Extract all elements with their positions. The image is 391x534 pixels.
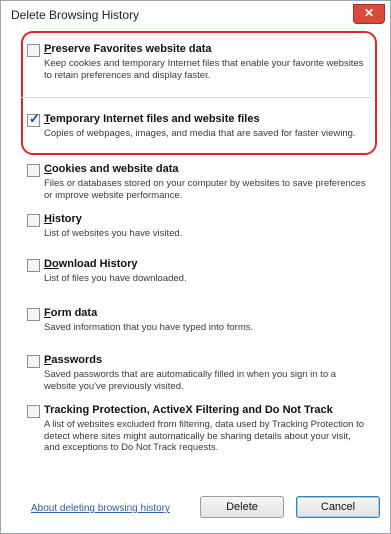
checkbox-cookies[interactable]	[27, 164, 40, 177]
option-description: Files or databases stored on your comput…	[44, 178, 366, 201]
option-title: Cookies and website data	[44, 163, 179, 175]
checkmark-icon: ✓	[29, 111, 40, 126]
option-title-text: ookies and website data	[51, 163, 179, 175]
option-title: Passwords	[44, 354, 102, 366]
checkbox-download-history[interactable]	[27, 259, 40, 272]
cancel-button[interactable]: Cancel	[296, 496, 380, 518]
access-key: Do	[44, 258, 59, 270]
option-title: History	[44, 213, 82, 225]
checkbox-form-data[interactable]	[27, 308, 40, 321]
access-key: F	[44, 307, 51, 319]
checkbox-tracking-protection[interactable]	[27, 405, 40, 418]
title-bar: Delete Browsing History ✕	[2, 2, 389, 28]
delete-button[interactable]: Delete	[200, 496, 284, 518]
option-description: List of websites you have visited.	[44, 228, 183, 239]
checkbox-temporary-internet-files[interactable]: ✓	[27, 111, 40, 127]
option-title-text: wnload History	[58, 258, 138, 270]
option-title-text: reserve Favorites website data	[51, 43, 212, 55]
dialog-title: Delete Browsing History	[11, 8, 140, 22]
option-description: Keep cookies and temporary Internet file…	[44, 58, 364, 81]
close-icon: ✕	[363, 6, 375, 20]
option-description: Copies of webpages, images, and media th…	[44, 128, 356, 139]
access-key: C	[44, 163, 52, 175]
option-title: Tracking Protection, ActiveX Filtering a…	[44, 404, 333, 416]
option-title-text: emporary Internet files and website file…	[49, 113, 260, 125]
option-description: A list of websites excluded from filteri…	[44, 419, 364, 453]
option-description: Saved information that you have typed in…	[44, 322, 254, 333]
option-title: Form data	[44, 307, 97, 319]
option-title-text: Tracking Protection, ActiveX Filtering a…	[44, 404, 333, 416]
about-deleting-history-link[interactable]: About deleting browsing history	[31, 503, 170, 514]
checkbox-preserve-favorites[interactable]	[27, 44, 40, 57]
checkbox-passwords[interactable]	[27, 355, 40, 368]
close-button[interactable]: ✕	[353, 4, 385, 24]
option-title-text: istory	[51, 213, 82, 225]
option-title-text: asswords	[51, 354, 103, 366]
options-panel: Preserve Favorites website data Keep cook…	[9, 29, 382, 529]
option-title: Temporary Internet files and website fil…	[44, 113, 260, 125]
option-description: Saved passwords that are automatically f…	[44, 369, 337, 392]
option-title: Preserve Favorites website data	[44, 43, 212, 55]
option-title-text: orm data	[50, 307, 98, 319]
access-key: H	[44, 213, 52, 225]
delete-browsing-history-dialog: Delete Browsing History ✕ Preserve Favor…	[0, 0, 391, 534]
option-description: List of files you have downloaded.	[44, 273, 187, 284]
checkbox-history[interactable]	[27, 214, 40, 227]
option-title: Download History	[44, 258, 138, 270]
divider	[21, 97, 371, 98]
